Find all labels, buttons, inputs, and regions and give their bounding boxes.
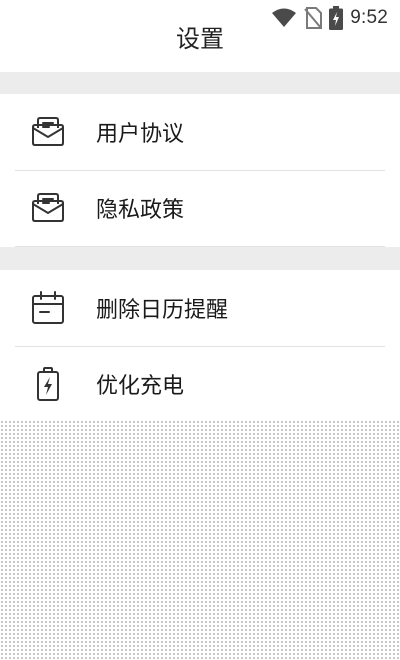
section-separator xyxy=(0,247,400,270)
settings-item-optimize-charging[interactable]: 优化充电 xyxy=(0,346,400,422)
settings-group-tools: 删除日历提醒 优化充电 xyxy=(0,270,400,421)
settings-item-label: 删除日历提醒 xyxy=(96,298,229,323)
settings-item-delete-calendar-reminders[interactable]: 删除日历提醒 xyxy=(0,270,400,346)
settings-item-privacy-policy[interactable]: 隐私政策 xyxy=(0,170,400,247)
section-separator xyxy=(0,72,400,94)
settings-item-user-agreement[interactable]: 用户协议 xyxy=(0,94,400,170)
settings-item-label: 隐私政策 xyxy=(96,198,185,223)
mail-icon xyxy=(30,114,66,150)
calendar-icon xyxy=(30,290,66,326)
settings-item-label: 用户协议 xyxy=(96,122,185,147)
settings-group-legal: 用户协议 隐私政策 xyxy=(0,94,400,247)
mail-icon xyxy=(30,190,66,226)
page-title: 设置 xyxy=(176,25,224,53)
settings-item-label: 优化充电 xyxy=(96,374,185,399)
app-header: 9:52 设置 xyxy=(0,0,400,72)
battery-charging-icon xyxy=(30,366,66,402)
